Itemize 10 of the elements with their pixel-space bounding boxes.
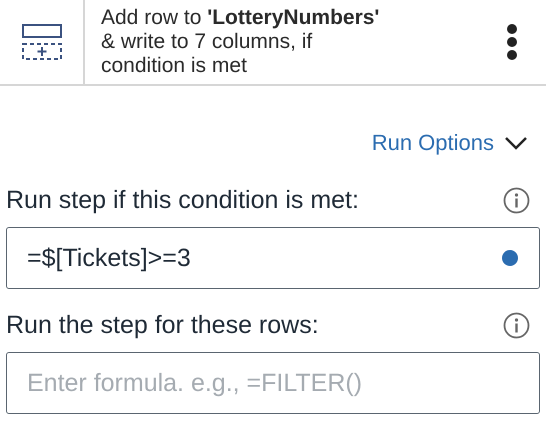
formula-field[interactable]: Enter formula. e.g., =FILTER() — [6, 352, 540, 414]
chevron-down-icon — [504, 136, 528, 150]
field-label: Run the step for these rows: — [6, 311, 319, 340]
info-icon[interactable] — [503, 312, 530, 339]
field-label: Run step if this condition is met: — [6, 186, 359, 215]
run-options-toggle[interactable]: Run Options — [372, 130, 528, 156]
add-row-icon — [22, 24, 62, 60]
formula-field[interactable]: =$[Tickets]>=3 — [6, 227, 540, 289]
info-icon[interactable] — [503, 187, 530, 214]
step-title: Add row to 'LotteryNumbers' & write to 7 columns, if condition is met — [101, 6, 380, 78]
